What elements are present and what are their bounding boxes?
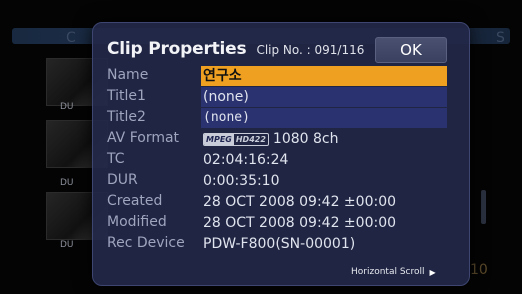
property-row-title1[interactable]: Title1 (none) — [107, 87, 447, 108]
background-edge-letter-left: C — [66, 30, 76, 46]
mpeg-hd422-logo-icon: MPEG HD422 — [203, 133, 269, 146]
dur-value: 0:00:35:10 — [203, 173, 280, 189]
badge-hd422-text: HD422 — [235, 135, 266, 144]
property-row-rec-device: Rec Device PDW-F800(SN-00001) — [107, 234, 447, 255]
property-row-tc: TC 02:04:16:24 — [107, 150, 447, 171]
property-label: Name — [107, 67, 149, 83]
property-label: Title2 — [107, 109, 146, 125]
horizontal-scroll-hint[interactable]: Horizontal Scroll ▶ — [351, 267, 436, 277]
property-label: Created — [107, 193, 163, 209]
property-list: Name 연구소 Title1 (none) Title2 (none) AV … — [107, 66, 447, 255]
property-label: TC — [107, 151, 125, 167]
dialog-header: Clip Properties Clip No. : 091/116 — [107, 39, 364, 59]
property-row-title2[interactable]: Title2 (none) — [107, 108, 447, 129]
property-label: Modified — [107, 214, 167, 230]
property-label: Title1 — [107, 88, 146, 104]
tc-value: 02:04:16:24 — [203, 152, 289, 168]
rec-device-value: PDW-F800(SN-00001) — [203, 236, 356, 252]
property-row-created: Created 28 OCT 2008 09:42 ±00:00 — [107, 192, 447, 213]
property-row-av-format: AV Format MPEG HD422 1080 8ch — [107, 129, 447, 150]
property-label: Rec Device — [107, 235, 185, 251]
background-edge-letter-right: S — [496, 30, 505, 46]
background-scrollbar — [481, 190, 486, 224]
background-du-label: DU — [60, 178, 74, 188]
clip-properties-dialog: Clip Properties Clip No. : 091/116 OK Na… — [92, 22, 470, 286]
property-row-modified: Modified 28 OCT 2008 09:42 ±00:00 — [107, 213, 447, 234]
property-label: DUR — [107, 172, 138, 188]
title1-value-field[interactable]: (none) — [201, 87, 447, 107]
triangle-right-icon: ▶ — [429, 267, 436, 277]
background-corner-number: 10 — [470, 262, 488, 278]
dialog-title: Clip Properties — [107, 39, 247, 59]
badge-mpeg-text: MPEG — [204, 134, 234, 145]
property-label: AV Format — [107, 130, 180, 146]
name-value-field[interactable]: 연구소 — [201, 66, 447, 86]
background-du-label: DU — [60, 240, 74, 250]
property-row-name[interactable]: Name 연구소 — [107, 66, 447, 87]
horizontal-scroll-label: Horizontal Scroll — [351, 267, 425, 277]
av-format-text: 1080 8ch — [272, 131, 339, 147]
title2-value-field[interactable]: (none) — [201, 108, 447, 128]
modified-value: 28 OCT 2008 09:42 ±00:00 — [203, 215, 397, 231]
av-format-value: MPEG HD422 1080 8ch — [201, 129, 338, 149]
ok-button[interactable]: OK — [375, 37, 447, 63]
clip-number: Clip No. : 091/116 — [256, 43, 365, 57]
background-du-label: DU — [60, 102, 74, 112]
property-row-dur: DUR 0:00:35:10 — [107, 171, 447, 192]
created-value: 28 OCT 2008 09:42 ±00:00 — [203, 194, 397, 210]
